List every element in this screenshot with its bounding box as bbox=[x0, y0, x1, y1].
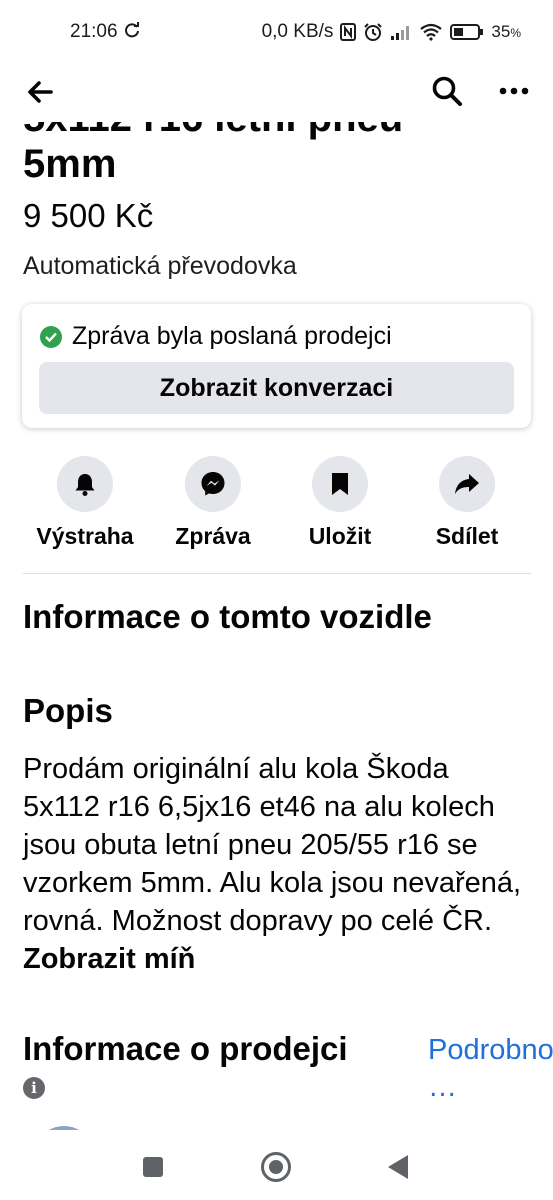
system-back-button[interactable] bbox=[388, 1155, 408, 1179]
messenger-icon bbox=[185, 456, 241, 512]
alert-action[interactable]: Výstraha bbox=[20, 456, 150, 550]
sync-icon bbox=[125, 22, 139, 38]
message-status-text: Zpráva byla poslaná prodejci bbox=[72, 322, 392, 350]
listing-title: 5mm bbox=[23, 142, 117, 186]
section-divider bbox=[23, 573, 531, 574]
share-icon bbox=[439, 456, 495, 512]
status-indicators: 0,0 KB/s 35% bbox=[262, 21, 521, 43]
listing-price: 9 500 Kč bbox=[23, 197, 154, 234]
battery-percent: 35% bbox=[491, 22, 521, 41]
more-dots-icon bbox=[499, 87, 529, 95]
alarm-icon bbox=[364, 23, 383, 41]
checkmark-icon bbox=[40, 325, 62, 348]
action-bar: Výstraha Zpráva Uložit Sdílet bbox=[0, 456, 553, 556]
listing-transmission: Automatická převodovka bbox=[23, 252, 297, 280]
wifi-icon bbox=[420, 23, 443, 41]
home-button[interactable] bbox=[261, 1152, 291, 1182]
home-dot-icon bbox=[269, 1160, 283, 1174]
description-heading: Popis bbox=[23, 692, 113, 729]
search-button[interactable] bbox=[428, 72, 466, 110]
save-action-label: Uložit bbox=[308, 523, 372, 549]
vehicle-info-heading: Informace o tomto vozidle bbox=[23, 598, 432, 635]
listing-title-cut: 5x112 r16 letní pneu bbox=[23, 122, 403, 140]
network-speed: 0,0 KB/s bbox=[261, 21, 334, 42]
search-icon bbox=[432, 76, 462, 106]
description-text: Prodám originální alu kola Škoda 5x112 r… bbox=[23, 750, 523, 978]
signal-icon bbox=[391, 26, 410, 40]
seller-details-link[interactable]: Podrobnosti … bbox=[428, 1032, 553, 1106]
show-less-link[interactable]: Zobrazit míň bbox=[23, 943, 195, 975]
save-action[interactable]: Uložit bbox=[275, 456, 405, 550]
back-button[interactable] bbox=[22, 74, 58, 110]
top-navigation bbox=[0, 64, 553, 122]
bell-icon bbox=[57, 456, 113, 512]
status-bar: 21:06 0,0 KB/s 35% bbox=[0, 0, 553, 64]
nfc-icon bbox=[340, 23, 357, 41]
bookmark-icon bbox=[312, 456, 368, 512]
listing-content[interactable]: 5x112 r16 letní pneu 5mm 9 500 Kč Automa… bbox=[0, 122, 553, 1130]
alert-action-label: Výstraha bbox=[36, 523, 134, 549]
message-status: Zpráva byla poslaná prodejci bbox=[40, 322, 392, 351]
system-navigation-bar bbox=[0, 1130, 553, 1200]
more-options-button[interactable] bbox=[495, 72, 533, 110]
message-sent-card: Zpráva byla poslaná prodejci Zobrazit ko… bbox=[22, 304, 531, 428]
view-conversation-button[interactable]: Zobrazit konverzaci bbox=[39, 362, 514, 414]
battery-icon bbox=[450, 24, 484, 40]
seller-info-heading: Informace o prodejci bbox=[23, 1030, 348, 1067]
arrow-left-icon bbox=[28, 81, 53, 103]
message-action[interactable]: Zpráva bbox=[148, 456, 278, 550]
status-time: 21:06 bbox=[70, 21, 118, 42]
recent-apps-button[interactable] bbox=[143, 1157, 163, 1177]
share-action-label: Sdílet bbox=[435, 523, 499, 549]
message-action-label: Zpráva bbox=[175, 523, 251, 549]
info-icon[interactable]: i bbox=[23, 1077, 45, 1099]
share-action[interactable]: Sdílet bbox=[402, 456, 532, 550]
description-body: Prodám originální alu kola Škoda 5x112 r… bbox=[23, 753, 522, 937]
